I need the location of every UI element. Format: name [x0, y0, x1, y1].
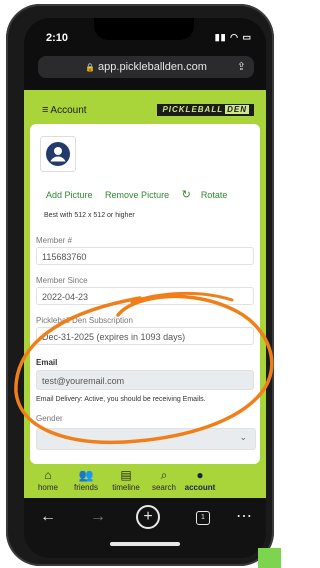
notch: [94, 18, 194, 40]
tab-friends[interactable]: 👥 friends: [66, 466, 106, 492]
tab-search-label: search: [151, 483, 176, 492]
gender-select[interactable]: ⌄: [36, 428, 256, 450]
browser-toolbar: ← → + 1 ⋯: [24, 498, 266, 558]
tab-account-label: account: [184, 483, 216, 492]
rotate-label: Rotate: [200, 190, 228, 200]
forward-arrow-icon[interactable]: →: [90, 508, 106, 526]
email-label: Email: [36, 358, 58, 367]
top-navbar: ≡ Account PICKLEBALL DEN: [24, 90, 266, 124]
hamburger-icon: ≡: [42, 104, 49, 116]
status-time: 2:10: [46, 32, 69, 44]
friends-icon: 👥: [78, 468, 94, 482]
tab-account[interactable]: ● account: [180, 466, 220, 492]
tab-timeline-label: timeline: [112, 483, 140, 492]
add-picture-link[interactable]: Add Picture: [46, 190, 93, 200]
home-icon: ⌂: [44, 468, 52, 482]
timeline-icon: ▤: [120, 468, 132, 482]
gender-label: Gender: [36, 414, 63, 423]
picture-actions: Add Picture Remove Picture ↻ Rotate: [46, 188, 247, 201]
email-field[interactable]: test@youremail.com: [36, 370, 254, 390]
user-avatar-icon: [46, 142, 70, 166]
corner-decoration: [258, 548, 281, 568]
chevron-down-icon: ⌄: [239, 432, 247, 442]
web-content: ≡ Account PICKLEBALL DEN Add Picture Remo: [24, 90, 266, 498]
tab-timeline[interactable]: ▤ timeline: [106, 466, 146, 492]
phone-frame: 2:10 ▮▮ ◠ ▭ 🔒 app.pickleballden.com ⇪ ≡ Ac…: [6, 4, 274, 566]
tab-home-label: home: [37, 483, 58, 492]
tabs-icon[interactable]: 1: [196, 511, 210, 525]
menu-button[interactable]: ≡ Account: [42, 104, 87, 116]
signal-wifi-battery-icon: ▮▮ ◠ ▭: [214, 32, 252, 42]
menu-label: Account: [50, 105, 87, 116]
member-number-field: 115683760: [36, 247, 254, 265]
tab-home[interactable]: ⌂ home: [28, 466, 68, 492]
new-tab-plus-icon[interactable]: +: [136, 505, 160, 529]
remove-picture-link[interactable]: Remove Picture: [105, 190, 169, 200]
back-arrow-icon[interactable]: ←: [40, 508, 56, 526]
avatar[interactable]: [40, 136, 76, 172]
rotate-icon: ↻: [181, 189, 191, 201]
logo-text: PICKLEBALL: [162, 105, 224, 114]
account-icon: ●: [196, 468, 204, 482]
tab-friends-label: friends: [73, 483, 98, 492]
member-since-field: 2022-04-23: [36, 287, 254, 305]
lock-icon: 🔒: [85, 63, 96, 72]
subscription-field: Dec-31-2025 (expires in 1093 days): [36, 327, 254, 345]
home-indicator: [110, 542, 180, 546]
brand-logo: PICKLEBALL DEN: [157, 104, 254, 116]
account-card: Add Picture Remove Picture ↻ Rotate Best …: [30, 124, 260, 464]
picture-hint: Best with 512 x 512 or higher: [44, 212, 135, 219]
tab-search[interactable]: ⌕ search: [144, 466, 184, 492]
rotate-link[interactable]: ↻ Rotate: [181, 189, 238, 201]
more-icon[interactable]: ⋯: [236, 506, 252, 526]
bottom-tab-bar: ⌂ home 👥 friends ▤ timeline ⌕ search ● accoun…: [24, 466, 266, 498]
search-icon: ⌕: [160, 468, 168, 482]
status-bar: 2:10 ▮▮ ◠ ▭: [24, 18, 266, 50]
address-bar[interactable]: 🔒 app.pickleballden.com ⇪: [38, 56, 254, 78]
url-text: app.pickleballden.com: [98, 61, 207, 73]
member-number-label: Member #: [36, 236, 73, 245]
phone-screen: 2:10 ▮▮ ◠ ▭ 🔒 app.pickleballden.com ⇪ ≡ Ac…: [24, 18, 266, 558]
email-delivery-status: Email Delivery: Active, you should be re…: [36, 396, 206, 403]
share-icon[interactable]: ⇪: [237, 56, 246, 78]
logo-den-text: DEN: [225, 105, 249, 114]
member-since-label: Member Since: [36, 276, 88, 285]
subscription-label: Pickleball Den Subscription: [36, 316, 133, 325]
